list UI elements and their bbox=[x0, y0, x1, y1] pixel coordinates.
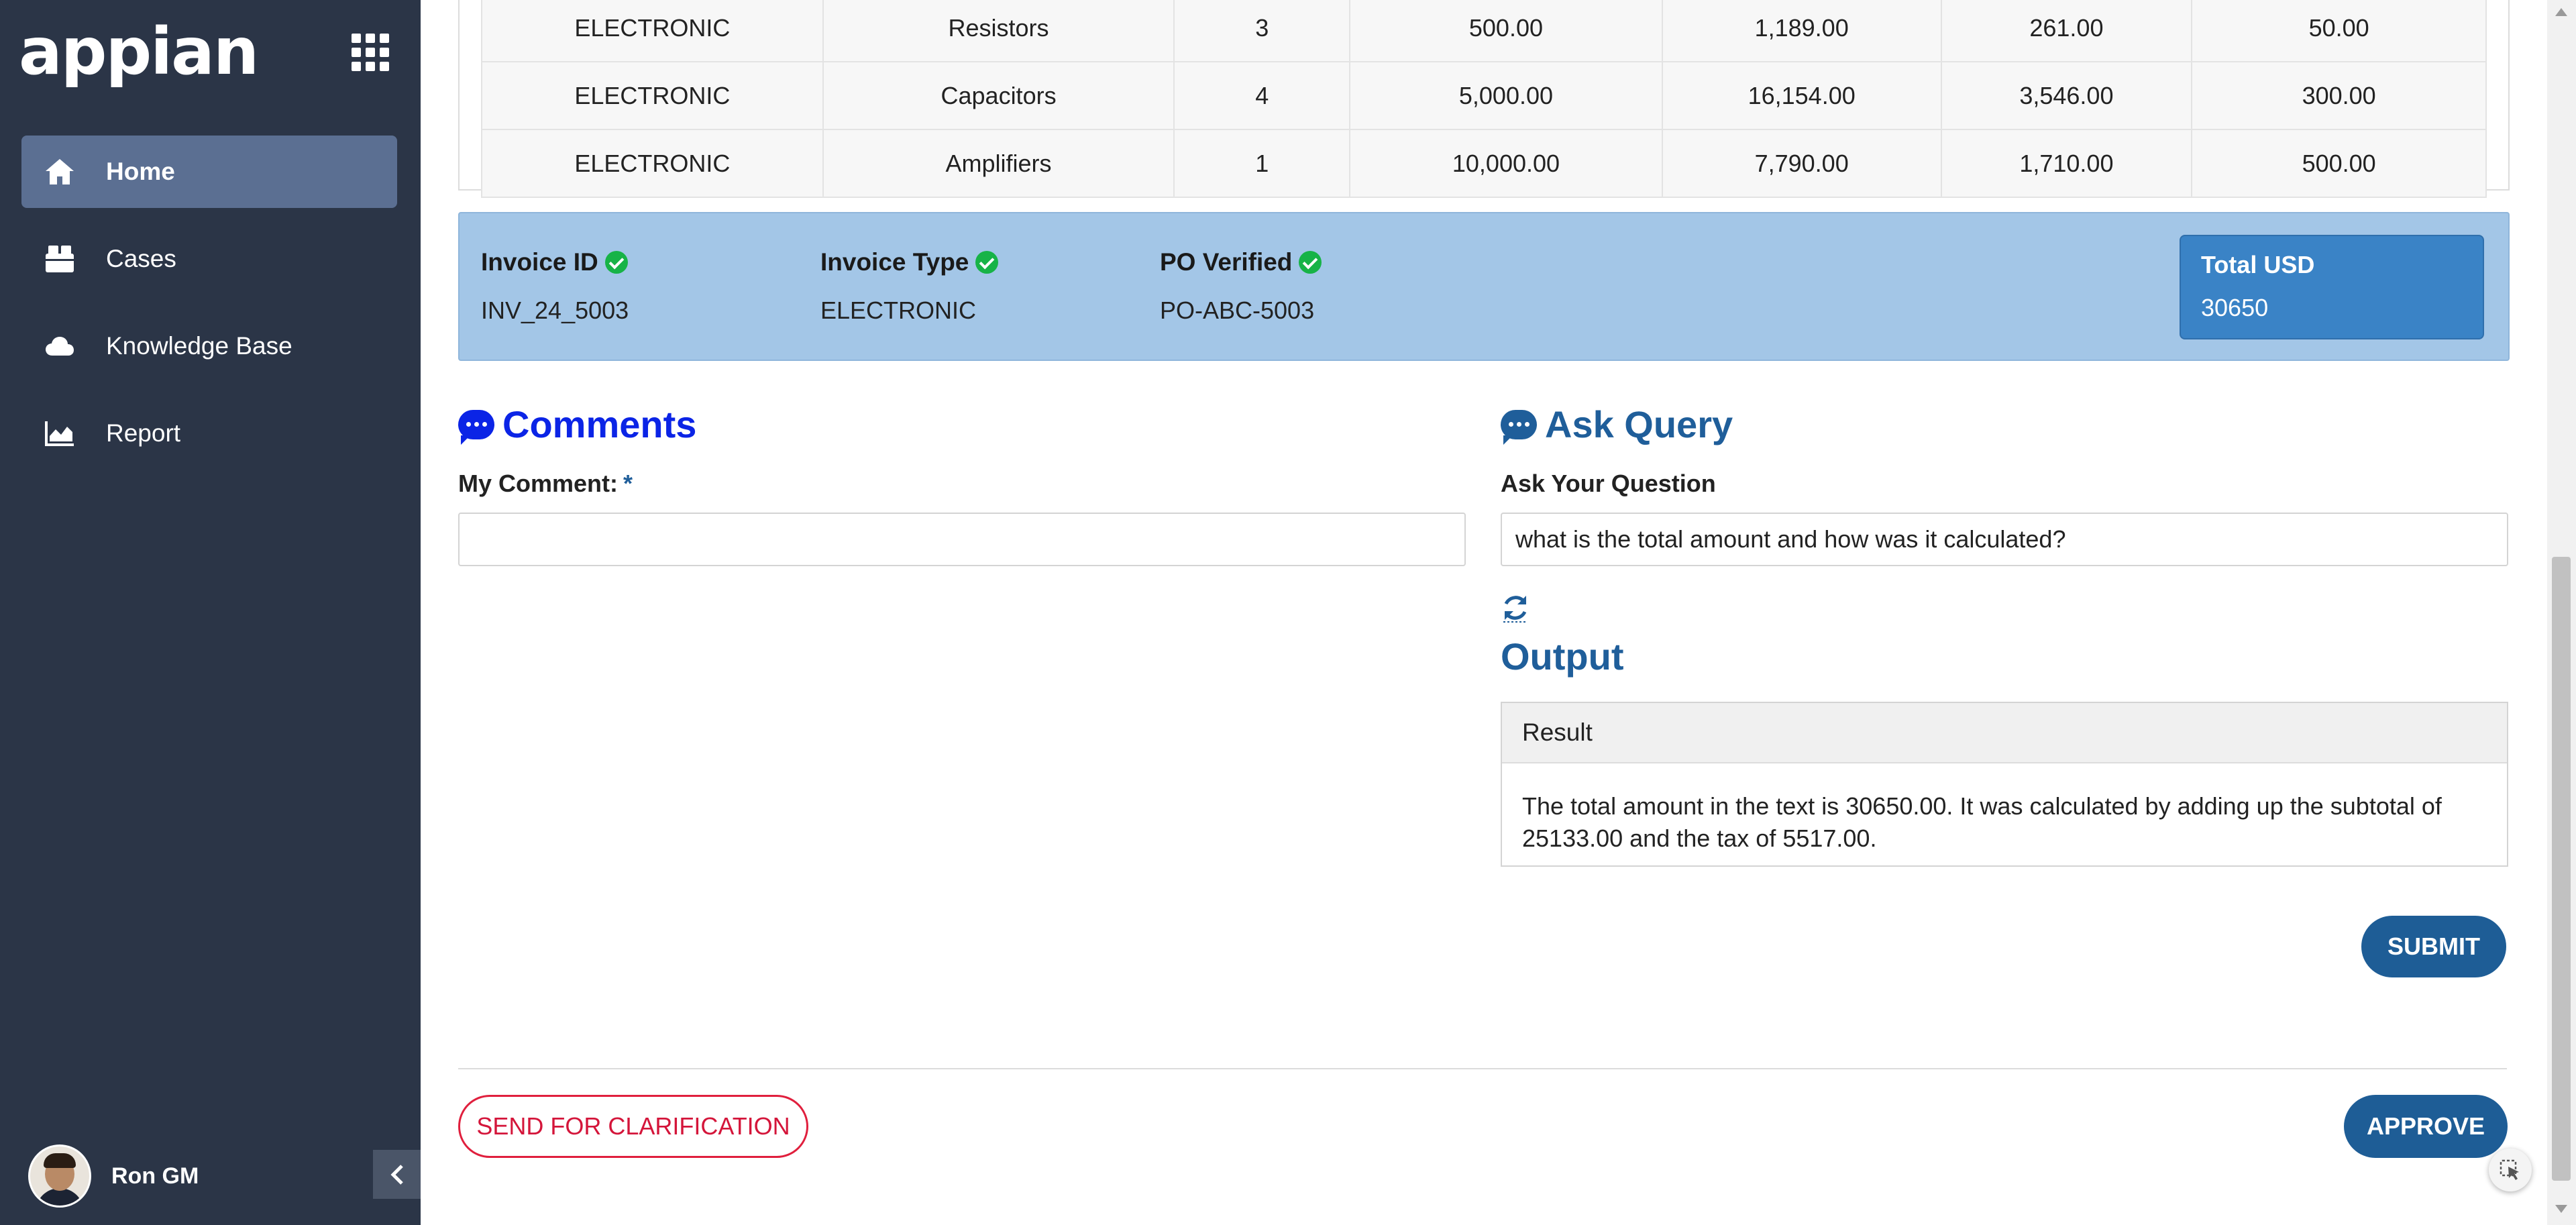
table-cell: 261.00 bbox=[1940, 0, 2193, 62]
home-icon bbox=[43, 155, 76, 189]
table-cell: ELECTRONIC bbox=[481, 61, 824, 130]
total-usd-card: Total USD 30650 bbox=[2180, 235, 2484, 339]
comments-title: Comments bbox=[502, 403, 697, 445]
table-cell: 1,189.00 bbox=[1661, 0, 1942, 62]
sidebar-item-label: Knowledge Base bbox=[106, 332, 292, 360]
submit-button[interactable]: SUBMIT bbox=[2361, 916, 2506, 977]
table-cell: 7,790.00 bbox=[1661, 129, 1942, 198]
table-cell: 10,000.00 bbox=[1349, 129, 1663, 198]
sidebar-item-label: Cases bbox=[106, 245, 176, 272]
ask-question-input[interactable] bbox=[1501, 513, 2508, 566]
table-cell: 500.00 bbox=[1349, 0, 1663, 62]
sidebar-nav: Home Cases Knowledge Base Report bbox=[21, 136, 397, 484]
cloud-icon bbox=[43, 329, 76, 363]
table-row: ELECTRONIC Amplifiers 1 10,000.00 7,790.00 1,… bbox=[481, 129, 2487, 198]
invoice-type-value: ELECTRONIC bbox=[820, 297, 977, 324]
floating-cursor-button[interactable] bbox=[2489, 1149, 2532, 1191]
my-comment-label: My Comment: * bbox=[458, 470, 633, 498]
table-row: ELECTRONIC Resistors 3 500.00 1,189.00 261.00… bbox=[481, 0, 2487, 62]
sidebar: appian Home Cases Knowledge Base Report … bbox=[0, 0, 421, 1225]
comment-bubble-icon bbox=[458, 409, 494, 445]
total-usd-value: 30650 bbox=[2201, 294, 2269, 321]
result-header: Result bbox=[1502, 703, 2507, 763]
table-cell: 5,000.00 bbox=[1349, 61, 1663, 130]
avatar bbox=[28, 1144, 91, 1208]
app-grid-icon[interactable] bbox=[352, 34, 389, 71]
table-cell: 500.00 bbox=[2191, 129, 2487, 198]
table-cell: 3,546.00 bbox=[1940, 61, 2193, 130]
table-cell: Resistors bbox=[822, 0, 1175, 62]
comment-bubble-icon bbox=[1501, 409, 1537, 445]
total-usd-label: Total USD bbox=[2201, 251, 2315, 278]
cases-icon bbox=[43, 242, 76, 276]
divider bbox=[458, 1068, 2507, 1069]
line-items-table: ELECTRONIC Resistors 3 500.00 1,189.00 261.00… bbox=[481, 0, 2487, 198]
table-cell: 1 bbox=[1173, 129, 1351, 198]
table-cell: 16,154.00 bbox=[1661, 61, 1942, 130]
result-panel: Result The total amount in the text is 3… bbox=[1501, 702, 2508, 867]
table-cell: Capacitors bbox=[822, 61, 1175, 130]
sidebar-item-cases[interactable]: Cases bbox=[21, 223, 397, 295]
invoice-id-label: Invoice ID bbox=[481, 248, 598, 276]
collapse-sidebar-button[interactable] bbox=[373, 1150, 421, 1199]
appian-logo[interactable]: appian bbox=[19, 15, 259, 89]
main-content: ELECTRONIC Resistors 3 500.00 1,189.00 261.00… bbox=[421, 0, 2547, 1225]
chevron-left-icon bbox=[390, 1164, 403, 1185]
comments-heading: Comments bbox=[458, 403, 696, 446]
invoice-summary-panel: Invoice ID INV_24_5003 Invoice Type ELEC… bbox=[458, 212, 2510, 361]
scroll-down-arrow-icon[interactable] bbox=[2555, 1205, 2567, 1213]
sidebar-item-home[interactable]: Home bbox=[21, 136, 397, 208]
sidebar-item-knowledge-base[interactable]: Knowledge Base bbox=[21, 310, 397, 382]
check-circle-icon bbox=[1299, 251, 1322, 274]
ask-query-heading: Ask Query bbox=[1501, 403, 1733, 446]
invoice-type-block: Invoice Type ELECTRONIC bbox=[820, 248, 999, 325]
user-profile[interactable]: Ron GM bbox=[28, 1144, 199, 1208]
send-for-clarification-button[interactable]: SEND FOR CLARIFICATION bbox=[458, 1095, 808, 1158]
table-cell: 50.00 bbox=[2191, 0, 2487, 62]
sidebar-item-label: Home bbox=[106, 158, 175, 185]
table-cell: ELECTRONIC bbox=[481, 129, 824, 198]
table-cell: 3 bbox=[1173, 0, 1351, 62]
output-heading: Output bbox=[1501, 635, 1624, 678]
ask-query-title: Ask Query bbox=[1545, 403, 1733, 445]
invoice-id-block: Invoice ID INV_24_5003 bbox=[481, 248, 629, 325]
ask-question-label: Ask Your Question bbox=[1501, 470, 1716, 497]
scroll-thumb[interactable] bbox=[2552, 557, 2571, 1181]
result-text: The total amount in the text is 30650.00… bbox=[1522, 792, 2442, 852]
table-cell: 4 bbox=[1173, 61, 1351, 130]
po-verified-block: PO Verified PO-ABC-5003 bbox=[1160, 248, 1322, 325]
table-cell: 300.00 bbox=[2191, 61, 2487, 130]
approve-button[interactable]: APPROVE bbox=[2344, 1095, 2508, 1158]
invoice-id-value: INV_24_5003 bbox=[481, 297, 629, 324]
chart-icon bbox=[43, 417, 76, 450]
my-comment-input[interactable] bbox=[458, 513, 1466, 566]
scroll-up-arrow-icon[interactable] bbox=[2555, 8, 2567, 16]
table-cell: Amplifiers bbox=[822, 129, 1175, 198]
table-cell: 1,710.00 bbox=[1940, 129, 2193, 198]
user-name: Ron GM bbox=[111, 1163, 199, 1189]
my-comment-label-text: My Comment: bbox=[458, 470, 619, 497]
table-row: ELECTRONIC Capacitors 4 5,000.00 16,154.00 3,… bbox=[481, 61, 2487, 130]
invoice-type-label: Invoice Type bbox=[820, 248, 969, 276]
check-circle-icon bbox=[975, 251, 999, 274]
sidebar-item-label: Report bbox=[106, 419, 181, 447]
vertical-scrollbar[interactable] bbox=[2547, 0, 2576, 1225]
cursor-select-icon bbox=[2500, 1159, 2519, 1180]
sidebar-item-report[interactable]: Report bbox=[21, 397, 397, 470]
po-verified-value: PO-ABC-5003 bbox=[1160, 297, 1315, 324]
refresh-icon[interactable] bbox=[1501, 593, 1530, 623]
check-circle-icon bbox=[604, 251, 628, 274]
po-verified-label: PO Verified bbox=[1160, 248, 1293, 276]
required-marker: * bbox=[623, 470, 633, 497]
line-items-table-container: ELECTRONIC Resistors 3 500.00 1,189.00 261.00… bbox=[458, 0, 2510, 198]
table-cell: ELECTRONIC bbox=[481, 0, 824, 62]
